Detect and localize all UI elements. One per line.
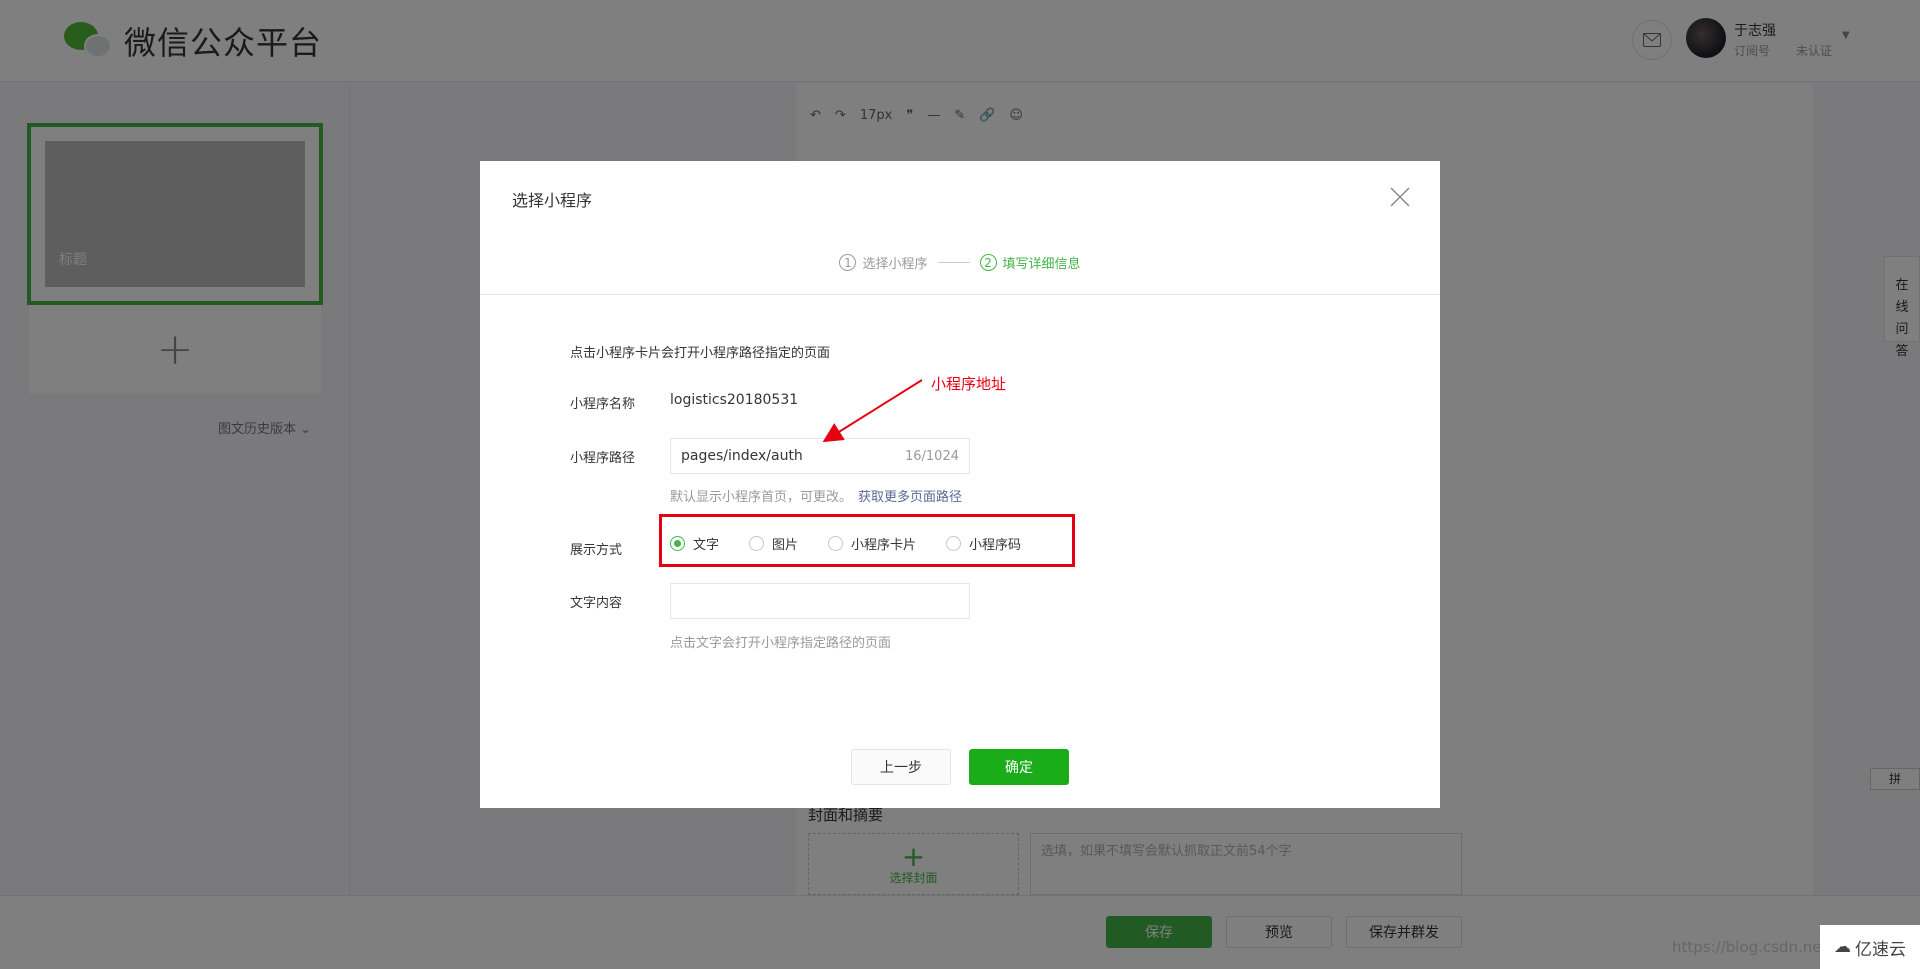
watermark-url: https://blog.csdn.net/y [1672, 938, 1842, 956]
radio-code[interactable]: 小程序码 [946, 534, 1021, 553]
display-mode-group: 文字 图片 小程序卡片 小程序码 [670, 534, 1051, 553]
char-counter: 16/1024 [904, 448, 959, 464]
radio-unchecked-icon [749, 536, 765, 551]
dialog-title: 选择小程序 [512, 191, 593, 210]
path-label: 小程序路径 [570, 451, 636, 466]
dialog-divider [480, 294, 1440, 295]
more-paths-link[interactable]: 获取更多页面路径 [858, 490, 962, 505]
radio-unchecked-icon [828, 536, 844, 551]
radio-image[interactable]: 图片 [749, 534, 798, 553]
miniprogram-name: logistics20180531 [670, 392, 799, 408]
brand-badge: ☁ 亿速云 [1820, 925, 1920, 969]
tip-text: 点击小程序卡片会打开小程序路径指定的页面 [570, 346, 831, 361]
prev-step-button[interactable]: 上一步 [851, 749, 951, 785]
cloud-icon: ☁ [1834, 937, 1851, 957]
text-content-input[interactable] [670, 583, 970, 619]
radio-unchecked-icon [946, 536, 962, 551]
path-input[interactable]: pages/index/auth 16/1024 [670, 438, 970, 474]
text-content-label: 文字内容 [570, 596, 623, 611]
step-indicator: 1 选择小程序 2 填写详细信息 [480, 253, 1440, 272]
display-label: 展示方式 [570, 543, 623, 558]
close-icon[interactable] [1388, 185, 1412, 209]
step-1: 1 选择小程序 [839, 253, 928, 272]
radio-card[interactable]: 小程序卡片 [828, 534, 916, 553]
confirm-button[interactable]: 确定 [969, 749, 1069, 785]
select-miniprogram-dialog: 选择小程序 1 选择小程序 2 填写详细信息 点击小程序卡片会打开小程序路径指定… [480, 161, 1440, 808]
step-2: 2 填写详细信息 [979, 253, 1081, 272]
annotation-label: 小程序地址 [931, 375, 1007, 393]
name-label: 小程序名称 [570, 397, 636, 412]
text-help: 点击文字会打开小程序指定路径的页面 [670, 636, 892, 651]
radio-text[interactable]: 文字 [670, 534, 719, 553]
path-value: pages/index/auth [681, 448, 803, 464]
step-connector [937, 262, 970, 263]
radio-checked-icon [670, 536, 685, 551]
path-help: 默认显示小程序首页，可更改。 获取更多页面路径 [670, 490, 963, 505]
